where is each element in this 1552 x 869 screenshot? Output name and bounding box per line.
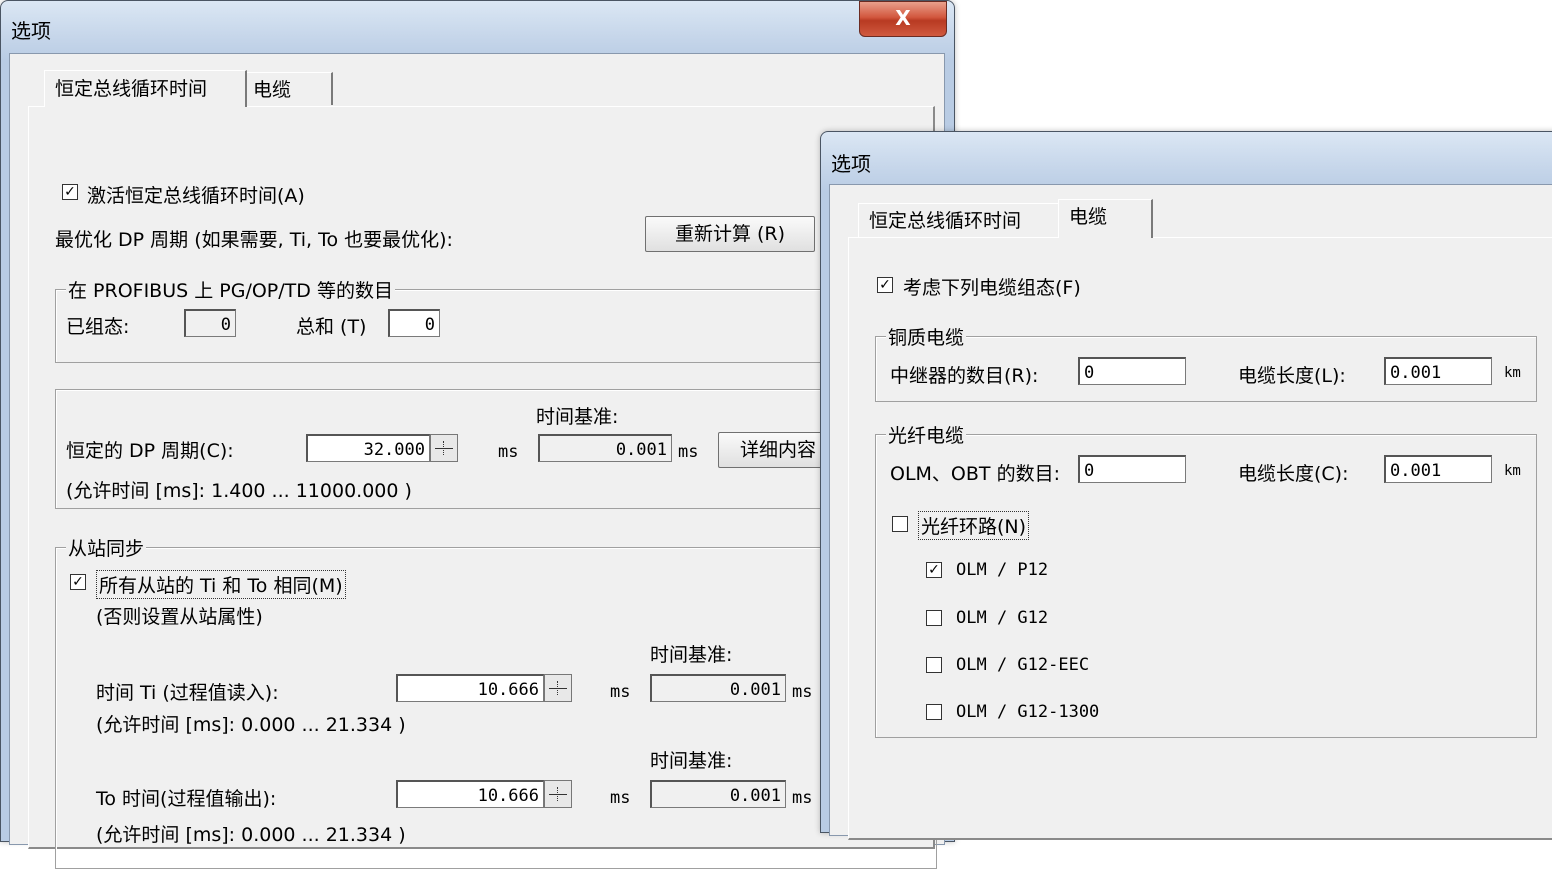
to-label: To 时间(过程值输出): [96, 788, 277, 810]
tab-constant-bus-cycle[interactable]: 恒定总线循环时间 [858, 203, 1061, 238]
unit-label: km [1504, 365, 1521, 381]
dp-period-group: 时间基准: 恒定的 DP 周期(C): 32.000 ms 0.001 ms 详… [55, 389, 937, 509]
olm-p12-checkbox[interactable]: ✓ [926, 562, 942, 578]
to-field[interactable]: 10.666 [396, 780, 544, 808]
copper-cable-group: 铜质电缆 中继器的数目(R): 0 电缆长度(L): 0.001 km [875, 323, 1537, 402]
total-count-field[interactable]: 0 [388, 309, 440, 337]
olm-count-field[interactable]: 0 [1078, 455, 1186, 483]
olm-g12-1300-checkbox[interactable] [926, 704, 942, 720]
tab-constant-bus-cycle[interactable]: 恒定总线循环时间 [44, 70, 247, 107]
configured-label: 已组态: [66, 316, 130, 338]
timebase-label: 时间基准: [536, 406, 619, 428]
dialog-title: 选项 [831, 152, 871, 176]
ti-allowed-range: (允许时间 [ms]: 0.000 ... 21.334 ) [96, 714, 406, 736]
check-icon: ✓ [72, 574, 84, 590]
ti-field[interactable]: 10.666 [396, 674, 544, 702]
dp-period-spinner[interactable] [430, 434, 458, 462]
pg-op-td-group: 在 PROFIBUS 上 PG/OP/TD 等的数目 已组态: 0 总和 (T)… [55, 276, 937, 363]
unit-label: ms [610, 682, 631, 702]
unit-label: km [1504, 463, 1521, 479]
olm-g12-1300-label: OLM / G12-1300 [956, 702, 1100, 722]
slave-sync-group: 从站同步 ✓ 所有从站的 Ti 和 To 相同(M) (否则设置从站属性) 时间… [55, 534, 937, 869]
same-ti-to-label: 所有从站的 Ti 和 To 相同(M) [96, 570, 346, 599]
fiber-length-label: 电缆长度(C): [1238, 463, 1349, 485]
dialog-client: 恒定总线循环时间 电缆 ✓ 考虑下列电缆组态(F) 铜质电缆 中继器的数目(R)… [829, 184, 1552, 840]
olm-g12-eec-checkbox[interactable] [926, 657, 942, 673]
ti-label: 时间 Ti (过程值读入): [96, 682, 279, 704]
left-options-dialog: 选项 X 恒定总线循环时间 电缆 ✓ 激活恒定总线循环时间(A) 最优化 DP … [0, 0, 955, 869]
check-icon: ✓ [879, 277, 891, 293]
unit-label: ms [610, 788, 631, 808]
dialog-title: 选项 [11, 19, 51, 43]
copper-length-label: 电缆长度(L): [1238, 365, 1346, 387]
dp-period-label: 恒定的 DP 周期(C): [66, 440, 234, 462]
olm-g12-label: OLM / G12 [956, 608, 1049, 628]
unit-label: ms [792, 788, 813, 808]
fiber-length-field[interactable]: 0.001 [1384, 455, 1492, 483]
group-title: 铜质电缆 [886, 323, 967, 350]
olm-g12-eec-label: OLM / G12-EEC [956, 655, 1090, 675]
total-label: 总和 (T) [296, 316, 367, 338]
repeater-count-label: 中继器的数目(R): [890, 365, 1039, 387]
close-icon: X [895, 6, 911, 30]
group-title: 在 PROFIBUS 上 PG/OP/TD 等的数目 [66, 276, 395, 303]
ti-spinner[interactable] [544, 674, 572, 702]
activate-checkbox[interactable]: ✓ [62, 184, 78, 200]
timebase-field: 0.001 [538, 434, 672, 462]
close-button[interactable]: X [859, 1, 947, 37]
slave-note: (否则设置从站属性) [96, 606, 263, 628]
group-title: 从站同步 [66, 534, 147, 561]
to-spinner[interactable] [544, 780, 572, 808]
fiber-ring-checkbox[interactable] [892, 516, 908, 532]
fiber-ring-label: 光纤环路(N) [918, 511, 1030, 540]
timebase-label: 时间基准: [650, 750, 733, 772]
ti-timebase-field: 0.001 [650, 674, 786, 702]
unit-label: ms [498, 442, 519, 462]
tab-panel: ✓ 考虑下列电缆组态(F) 铜质电缆 中继器的数目(R): 0 电缆长度(L):… [848, 237, 1552, 840]
dp-period-field[interactable]: 32.000 [306, 434, 430, 462]
to-timebase-field: 0.001 [650, 780, 786, 808]
tab-cable[interactable]: 电缆 [242, 72, 333, 105]
dp-allowed-range: (允许时间 [ms]: 1.400 ... 11000.000 ) [66, 480, 412, 502]
activate-label: 激活恒定总线循环时间(A) [87, 185, 305, 207]
repeater-count-field[interactable]: 0 [1078, 357, 1186, 385]
tab-panel: ✓ 激活恒定总线循环时间(A) 最优化 DP 周期 (如果需要, Ti, To … [28, 106, 937, 869]
tab-cable[interactable]: 电缆 [1058, 199, 1153, 238]
group-title: 光纤电缆 [886, 421, 967, 448]
timebase-label: 时间基准: [650, 644, 733, 666]
olm-g12-checkbox[interactable] [926, 610, 942, 626]
optimize-label: 最优化 DP 周期 (如果需要, Ti, To 也要最优化): [55, 229, 453, 251]
configured-count-field: 0 [184, 309, 236, 337]
copper-length-field[interactable]: 0.001 [1384, 357, 1492, 385]
fiber-cable-group: 光纤电缆 OLM、OBT 的数目: 0 电缆长度(C): 0.001 km 光纤… [875, 421, 1537, 738]
check-icon: ✓ [64, 184, 76, 200]
recalculate-button[interactable]: 重新计算 (R) [645, 216, 815, 252]
consider-cable-label: 考虑下列电缆组态(F) [903, 277, 1081, 299]
olm-p12-label: OLM / P12 [956, 560, 1049, 580]
consider-cable-checkbox[interactable]: ✓ [877, 277, 893, 293]
right-options-dialog: 选项 恒定总线循环时间 电缆 ✓ 考虑下列电缆组态(F) 铜质电缆 中继器的数目… [820, 131, 1552, 840]
unit-label: ms [792, 682, 813, 702]
same-ti-to-checkbox[interactable]: ✓ [70, 574, 86, 590]
dialog-client: 恒定总线循环时间 电缆 ✓ 激活恒定总线循环时间(A) 最优化 DP 周期 (如… [9, 53, 945, 869]
to-allowed-range: (允许时间 [ms]: 0.000 ... 21.334 ) [96, 824, 406, 846]
olm-count-label: OLM、OBT 的数目: [890, 463, 1060, 485]
unit-label: ms [678, 442, 699, 462]
check-icon: ✓ [928, 562, 940, 578]
